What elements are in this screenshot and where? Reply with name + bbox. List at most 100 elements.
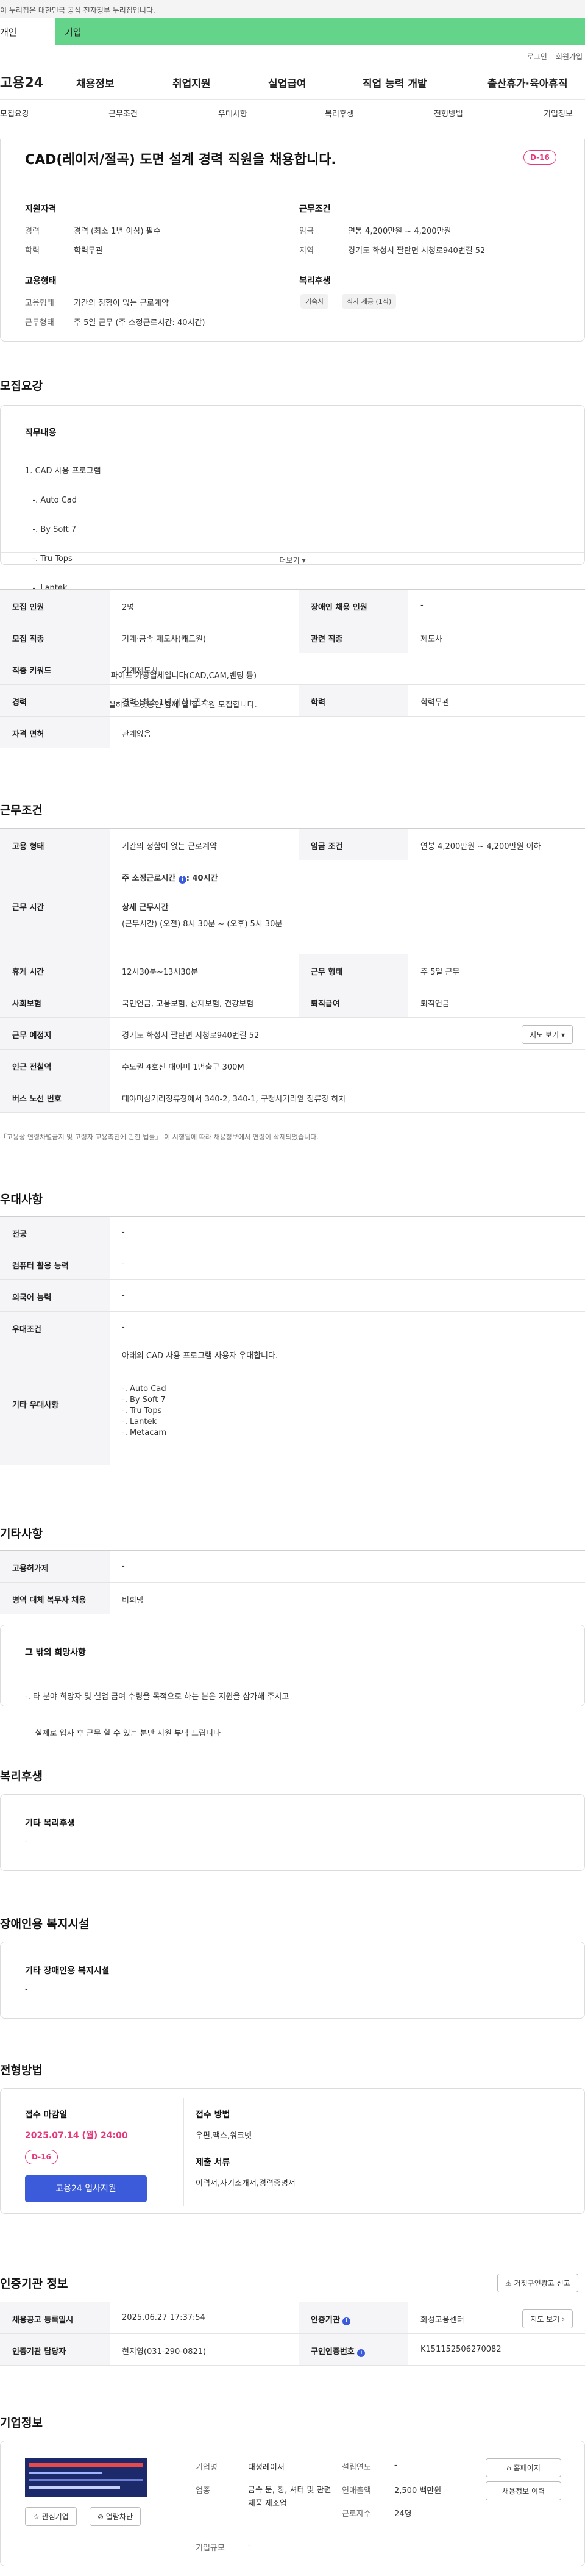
table-cell: 현지영(031-290-0821) (122, 2347, 207, 2356)
table-row: 버스 노선 번호 대야미삼거리정류장에서 340-2, 340-1, 구청사거리… (0, 1081, 585, 1113)
table-header: 외국어 능력 (0, 1280, 110, 1311)
table-cell: 2명 (122, 603, 135, 612)
nav-menu-vocational-training[interactable]: 직업 능력 개발 (363, 75, 427, 90)
qual-label: 경력 (25, 227, 40, 236)
info-icon[interactable]: i (357, 2349, 366, 2357)
mode-personal-tab[interactable]: 개인 (0, 18, 55, 45)
user-links: 로그인 회원가입 (0, 45, 585, 63)
table-row: 인근 전철역 수도권 4호선 대야미 1번출구 300M (0, 1050, 585, 1081)
tab-welfare[interactable]: 복리후생 (325, 107, 354, 119)
org-table: 채용공고 등록일시 2025.06.27 17:37:54 인증기관 i 화성고… (0, 2302, 585, 2366)
table-row: 고용허가제 - (0, 1551, 585, 1583)
table-header: 전공 (0, 1217, 110, 1248)
table-row: 전공 - (0, 1217, 585, 1248)
site-logo[interactable]: 고용24 (0, 72, 49, 91)
tab-recruit[interactable]: 모집요강 (0, 107, 29, 119)
table-header: 버스 노선 번호 (0, 1081, 110, 1112)
report-button[interactable]: ⚠ 거짓구인광고 신고 (497, 2274, 578, 2292)
table-cell: 학력무관 (420, 698, 450, 707)
section-title-disabled: 장애인용 복지시설 (0, 1917, 90, 1931)
siren-icon: ⚠ (505, 2279, 512, 2288)
etc-pref-line: -. Metacam (122, 1428, 167, 1437)
table-row: 채용공고 등록일시 2025.06.27 17:37:54 인증기관 i 화성고… (0, 2302, 585, 2334)
table-cell: 연봉 4,200만원 ~ 4,200만원 이하 (420, 842, 541, 851)
mode-company-tab[interactable]: 기업 (55, 18, 585, 45)
dday-badge: D-16 (523, 150, 556, 165)
tab-preferences[interactable]: 우대사항 (218, 107, 247, 119)
qual-label: 학력 (25, 246, 40, 256)
etc-pref-line: -. Tru Tops (122, 1406, 162, 1415)
age-footnote: 「고용상 연령차별금지 및 고령자 고용촉진에 관한 법률」 이 시행됨에 따라… (0, 1133, 319, 1141)
table-cell: - (122, 1562, 125, 1571)
table-header: 임금 조건 (299, 829, 408, 860)
table-header: 근무 형태 (299, 954, 408, 986)
emp-value: 주 5일 근무 (주 소정근로시간: 40시간) (74, 318, 205, 327)
table-row: 직종 키워드 기계제도사 (0, 653, 585, 685)
tab-work-conditions[interactable]: 근무조건 (108, 107, 138, 119)
table-row: 컴퓨터 활용 능력 - (0, 1248, 585, 1280)
tab-company[interactable]: 기업정보 (544, 107, 573, 119)
org-map-button-label: 지도 보기 (530, 2315, 560, 2324)
nav-menu-employment-support[interactable]: 취업지원 (172, 75, 211, 90)
etc-pref-line: -. Lantek (122, 1417, 157, 1426)
etc-pref-line: 아래의 CAD 사용 프로그램 사용자 우대합니다. (122, 1351, 278, 1361)
job-history-button[interactable]: 채용정보 이력 (486, 2481, 561, 2500)
method-heading: 접수 방법 (196, 2110, 230, 2120)
map-button[interactable]: 지도 보기 ▾ (522, 1025, 573, 1044)
banner-stripe (29, 2463, 143, 2467)
job-content-line: 1. CAD 사용 프로그램 (25, 467, 101, 476)
join-link[interactable]: 회원가입 (556, 51, 583, 63)
table-header: 모집 직종 (0, 621, 110, 653)
table-cell: 기계·금속 제도사(캐드원) (122, 635, 207, 644)
table-row: 모집 인원 2명 장애인 채용 인원 - (0, 590, 585, 621)
block-view-button[interactable]: ⊘ 열람차단 (90, 2507, 141, 2526)
mode-bar: 개인 기업 (0, 18, 585, 45)
table-cell: 국민연금, 고용보험, 산재보험, 건강보험 (122, 1000, 254, 1009)
table-cell: 관계없음 (122, 730, 151, 739)
info-icon[interactable]: i (178, 876, 186, 884)
location-value: 경기도 화성시 팔탄면 시청로940번길 52 (122, 1031, 260, 1040)
table-cell: - (122, 1291, 125, 1300)
table-header: 학력 (299, 685, 408, 716)
nav-menu-jobs[interactable]: 채용정보 (76, 75, 115, 90)
emp-label: 고용형태 (25, 299, 54, 308)
cond-value: 연봉 4,200만원 ~ 4,200만원 (348, 227, 452, 236)
chevron-right-icon: › (562, 2315, 565, 2324)
org-map-button[interactable]: 지도 보기 › (522, 2309, 573, 2328)
apply-button[interactable]: 고용24 입사지원 (25, 2175, 147, 2202)
login-link[interactable]: 로그인 (527, 51, 547, 63)
table-row: 근무 시간 주 소정근로시간 i: 40시간 상세 근무시간 (근무시간) (오… (0, 860, 585, 954)
tab-process[interactable]: 전형방법 (434, 107, 463, 119)
weekly-hours: 주 소정근로시간 i: 40시간 (122, 871, 585, 884)
table-row: 근무 예정지 경기도 화성시 팔탄면 시청로940번길 52 지도 보기 ▾ (0, 1018, 585, 1050)
homepage-button[interactable]: ⌂ 홈페이지 (486, 2458, 561, 2477)
summary-card: CAD(레이저/절곡) 도면 설계 경력 직원을 채용합니다. D-16 지원자… (0, 139, 585, 342)
nav-menu-unemployment-benefits[interactable]: 실업급여 (268, 75, 307, 90)
table-header: 고용허가제 (0, 1551, 110, 1582)
banner-stripe (29, 2472, 102, 2474)
company-name: 대성레이저 (248, 2463, 285, 2472)
company-industry: 금속 문, 창, 셔터 및 관련제품 제조업 (248, 2486, 332, 2508)
table-cell: 경력 (최소 1년 이상) 필수 (122, 698, 209, 707)
table-header: 휴게 시간 (0, 954, 110, 986)
etc-pref-cell: 아래의 CAD 사용 프로그램 사용자 우대합니다. -. Auto Cad -… (110, 1343, 585, 1465)
block-icon: ⊘ (98, 2513, 104, 2521)
table-cell: 2025.06.27 17:37:54 (122, 2313, 205, 2322)
welfare-chip: 식사 제공 (1식) (342, 294, 397, 309)
info-icon[interactable]: i (342, 2317, 351, 2325)
etc-table: 고용허가제 - 병역 대체 복무자 채용 비희망 (0, 1550, 585, 1614)
nav-menu-parental-leave[interactable]: 출산휴가·육아휴직 (488, 75, 568, 90)
table-row: 인증기관 담당자 현지영(031-290-0821) 구인인증번호 i K151… (0, 2334, 585, 2366)
favorite-company-button[interactable]: ☆ 관심기업 (25, 2507, 77, 2526)
process-dday-badge: D-16 (25, 2150, 58, 2164)
more-button[interactable]: 더보기 ▾ (1, 552, 584, 565)
company-banner-image (25, 2458, 147, 2497)
process-divider (183, 2098, 184, 2206)
cond-heading: 근무조건 (299, 204, 331, 214)
section-title-work: 근무조건 (0, 804, 43, 817)
qual-value: 경력 (최소 1년 이상) 필수 (74, 227, 161, 236)
table-header: 경력 (0, 685, 110, 716)
table-cell: 12시30분~13시30분 (122, 968, 198, 977)
more-label: 더보기 (279, 556, 300, 565)
detail-hours: (근무시간) (오전) 8시 30분 ~ (오후) 5시 30분 (122, 920, 283, 929)
